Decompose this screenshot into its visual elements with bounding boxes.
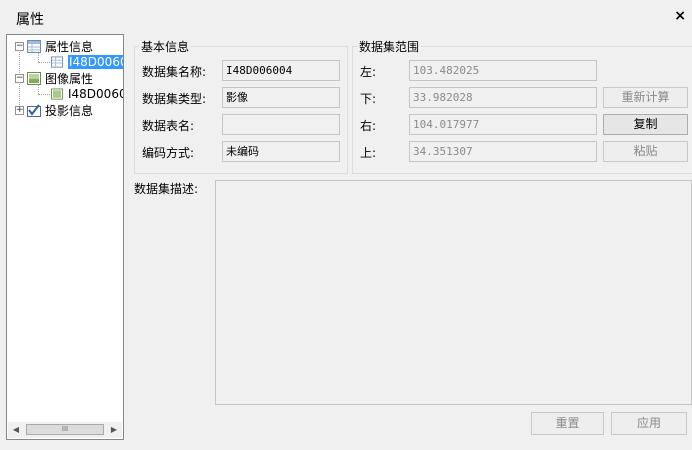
- scrollbar-thumb[interactable]: III: [26, 424, 104, 435]
- left-field[interactable]: 103.482025: [409, 60, 597, 81]
- copy-button[interactable]: 复制: [603, 114, 688, 135]
- image-small-icon: [51, 87, 64, 100]
- tree-item-label: 属性信息: [45, 39, 94, 54]
- tree-item-dataset-table[interactable]: I48D006004: [51, 54, 123, 70]
- dataset-type-label: 数据集类型:: [142, 92, 207, 106]
- encoding-label: 编码方式:: [142, 146, 195, 160]
- scroll-left-icon[interactable]: ◀: [8, 422, 24, 438]
- table-icon: [27, 39, 41, 53]
- encoding-field[interactable]: 未编码: [222, 141, 340, 162]
- right-field[interactable]: 104.017977: [409, 114, 597, 135]
- projection-icon: [27, 103, 41, 117]
- tree-item-label: I48D006004: [68, 55, 123, 69]
- extent-title: 数据集范围: [357, 38, 422, 55]
- tree-item-attribute-info[interactable]: − 属性信息: [15, 38, 93, 54]
- title-bar: 属性 ×: [0, 0, 692, 34]
- expand-icon[interactable]: +: [15, 105, 24, 115]
- tree-connector: [38, 62, 50, 63]
- paste-button[interactable]: 粘贴: [603, 141, 688, 162]
- tree-horizontal-scrollbar[interactable]: ◀ III ▶: [8, 422, 122, 438]
- close-icon[interactable]: ×: [674, 8, 686, 24]
- window-title: 属性: [16, 12, 44, 28]
- dataset-tree[interactable]: − 属性信息 I48D006004 − 图像属性: [6, 34, 124, 440]
- basic-info-title: 基本信息: [139, 38, 192, 55]
- recalculate-button[interactable]: 重新计算: [603, 87, 688, 108]
- table-name-label: 数据表名:: [142, 119, 195, 133]
- scroll-right-icon[interactable]: ▶: [106, 422, 122, 438]
- dataset-type-field[interactable]: 影像: [222, 87, 340, 108]
- tree-item-label: I48D006004: [68, 87, 123, 101]
- tree-item-label: 投影信息: [45, 103, 94, 118]
- collapse-icon[interactable]: −: [15, 73, 24, 83]
- table-small-icon: [51, 55, 64, 68]
- tree-item-image-attributes[interactable]: − 图像属性: [15, 70, 93, 86]
- collapse-icon[interactable]: −: [15, 41, 24, 51]
- dataset-name-field[interactable]: I48D006004: [222, 60, 340, 81]
- image-icon: [27, 71, 41, 85]
- tree-item-image-dataset[interactable]: I48D006004: [51, 86, 123, 102]
- apply-button[interactable]: 应用: [611, 412, 687, 435]
- dataset-name-label: 数据集名称:: [142, 65, 207, 79]
- left-label: 左:: [360, 65, 377, 79]
- tree-item-label: 图像属性: [45, 71, 94, 86]
- bottom-field[interactable]: 33.982028: [409, 87, 597, 108]
- reset-button[interactable]: 重置: [531, 412, 604, 435]
- table-name-field[interactable]: [222, 114, 340, 135]
- bottom-label: 下:: [360, 92, 377, 106]
- tree-connector: [38, 94, 50, 95]
- top-field[interactable]: 34.351307: [409, 141, 597, 162]
- tree-item-projection-info[interactable]: + 投影信息: [15, 102, 93, 118]
- top-label: 上:: [360, 146, 377, 160]
- right-label: 右:: [360, 119, 377, 133]
- description-textarea[interactable]: [215, 180, 692, 405]
- description-label: 数据集描述:: [134, 182, 199, 196]
